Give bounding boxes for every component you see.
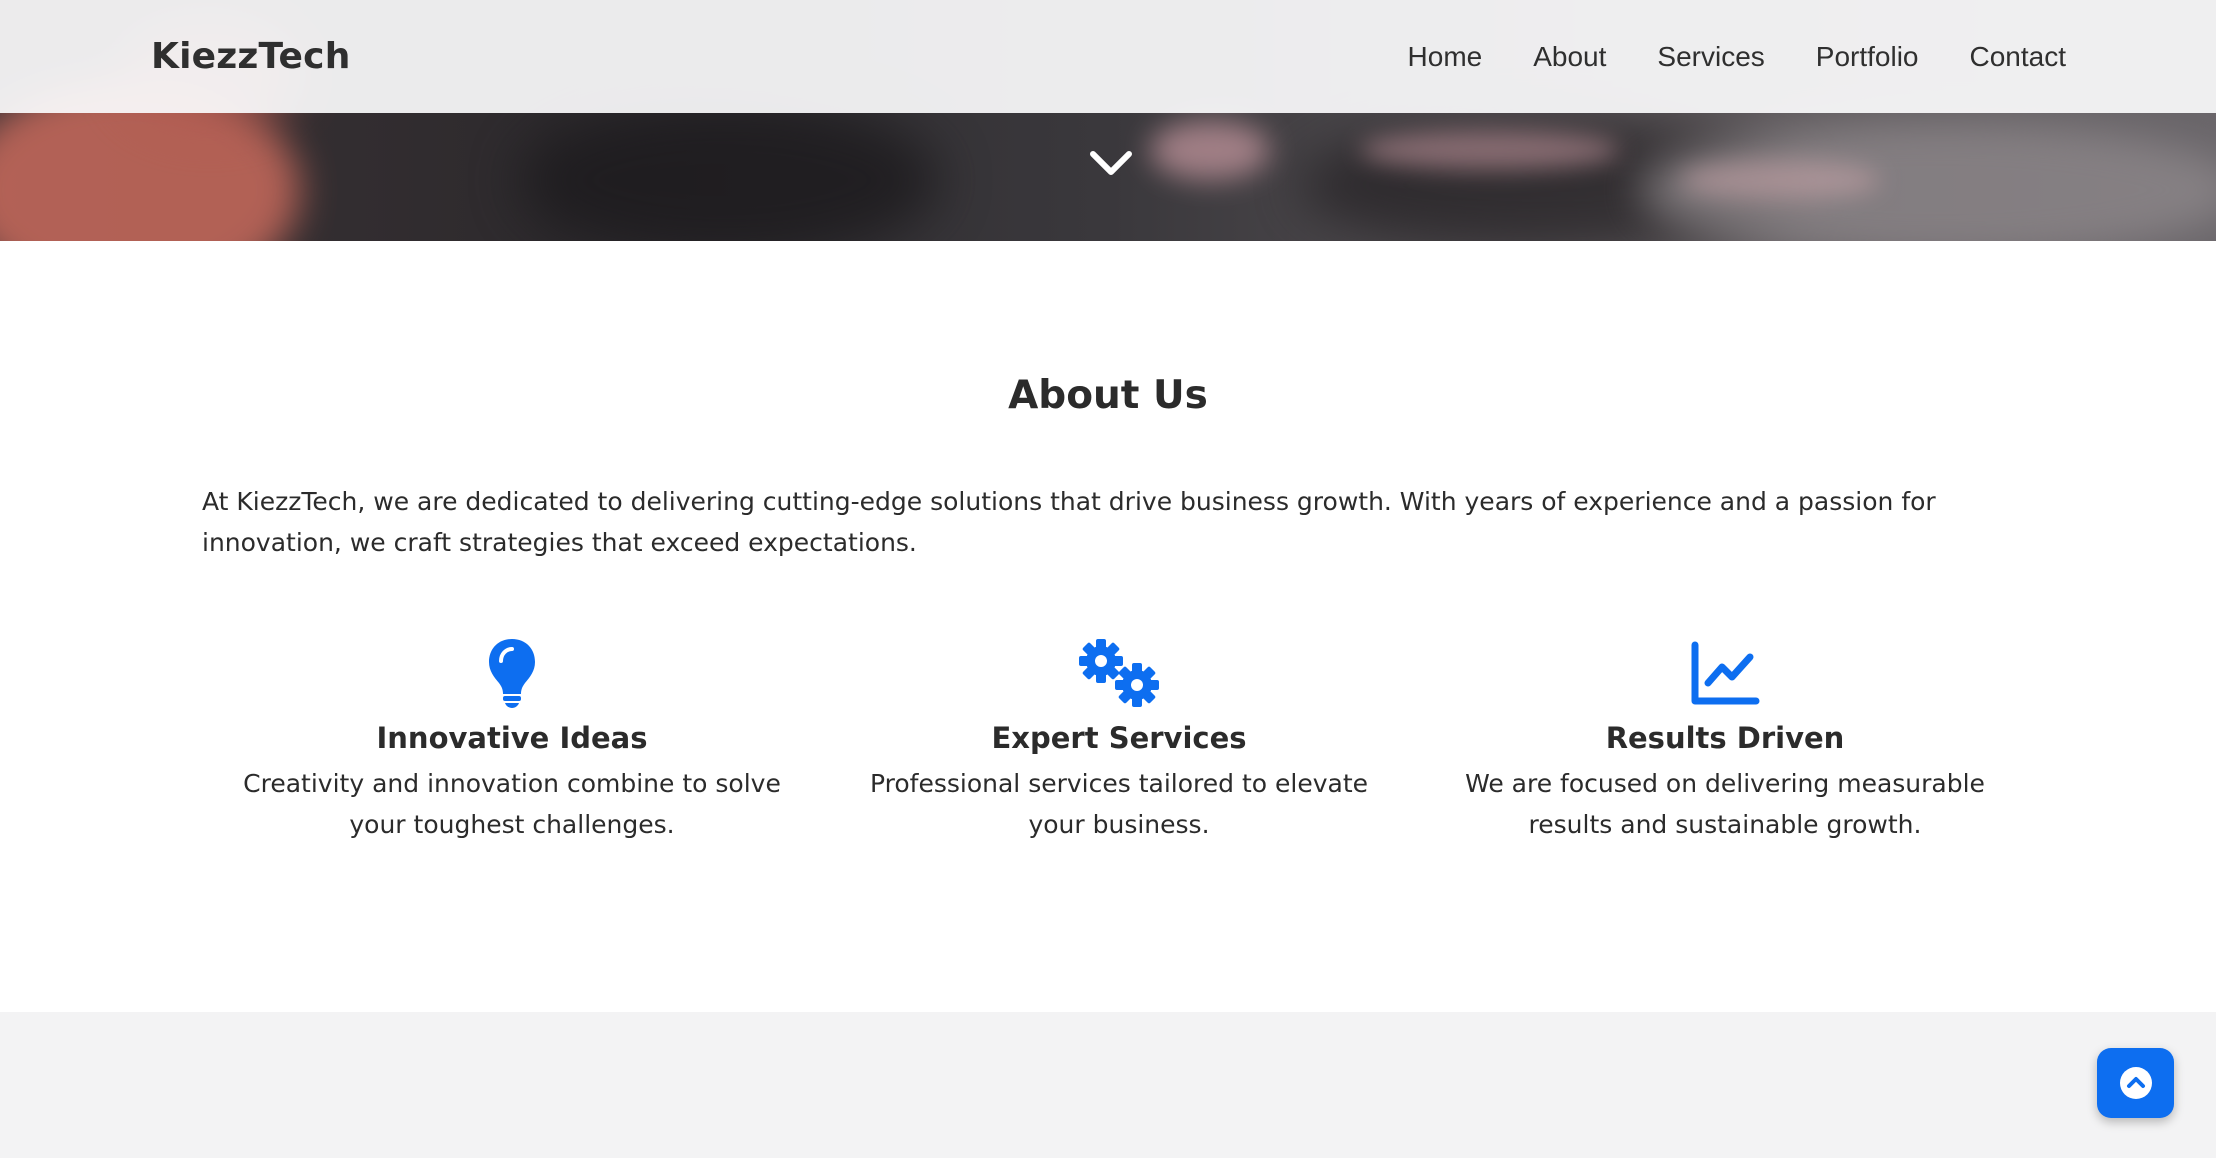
next-section (0, 1012, 2216, 1158)
feature-list: Innovative Ideas Creativity and innovati… (232, 637, 2052, 877)
about-description: At KiezzTech, we are dedicated to delive… (202, 487, 1936, 557)
about-section: About Us At KiezzTech, we are dedicated … (0, 241, 2216, 1012)
feature-title: Innovative Ideas (376, 721, 648, 755)
feature-text: Professional services tailored to elevat… (870, 769, 1368, 839)
nav-link-services[interactable]: Services (1657, 41, 1764, 73)
scroll-down-button[interactable] (1089, 148, 1133, 178)
feature-title: Expert Services (991, 721, 1247, 755)
site-header: KiezzTech Home About Services Portfolio … (0, 0, 2216, 113)
about-title: About Us (1008, 373, 1208, 418)
feature-text: Creativity and innovation combine to sol… (243, 769, 781, 839)
feature-text: We are focused on delivering measurable … (1465, 769, 1985, 839)
chevron-up-circle-icon (2119, 1067, 2152, 1099)
feature-card: Expert Services Professional services ta… (839, 637, 1399, 845)
nav-link-about[interactable]: About (1533, 41, 1606, 73)
nav-link-portfolio[interactable]: Portfolio (1816, 41, 1919, 73)
nav-link-home[interactable]: Home (1408, 41, 1483, 73)
feature-card: Results Driven We are focused on deliver… (1445, 637, 2005, 845)
main-nav: Home About Services Portfolio Contact (1357, 41, 2066, 73)
page: KiezzTech Home About Services Portfolio … (0, 0, 2216, 1158)
chevron-down-icon (1090, 151, 1132, 175)
nav-link-contact[interactable]: Contact (1970, 41, 2067, 73)
site-logo[interactable]: KiezzTech (151, 36, 351, 77)
gears-icon (1079, 639, 1159, 707)
feature-card: Innovative Ideas Creativity and innovati… (232, 637, 792, 845)
chart-line-icon (1691, 641, 1760, 705)
back-to-top-button[interactable] (2097, 1048, 2174, 1118)
lightbulb-icon (489, 639, 535, 708)
feature-title: Results Driven (1605, 721, 1845, 755)
